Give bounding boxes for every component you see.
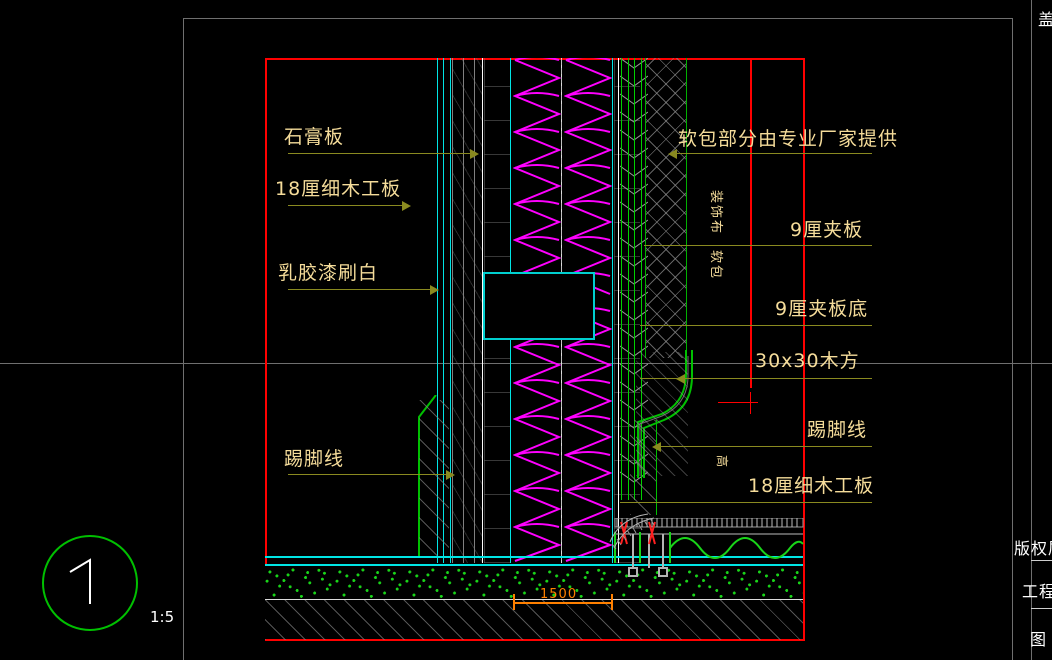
red-boundary-left bbox=[265, 58, 267, 580]
soft-pack-field bbox=[645, 58, 687, 358]
frame-mid-divider-right bbox=[1012, 363, 1052, 364]
dimension-value: 1500 bbox=[540, 587, 578, 602]
layer-gypsum-face-c bbox=[450, 58, 451, 563]
dimension-line bbox=[513, 602, 613, 604]
soft-pack-edge-right bbox=[686, 58, 687, 358]
leader-skirting-left bbox=[288, 474, 448, 475]
plywood-line-1 bbox=[621, 58, 622, 500]
layer-cavity-white-edge bbox=[618, 58, 619, 563]
label-blockboard-18: 18厘细木工板 bbox=[275, 178, 402, 200]
leader-gypsum-board bbox=[288, 153, 472, 154]
label-plywood-9-base: 9厘夹板底 bbox=[775, 298, 869, 320]
cad-canvas: 1500 石膏板 18厘细木工板 乳胶漆刷白 踢脚线 软包部分由专业厂家提供 9… bbox=[0, 0, 1052, 660]
title-block-row3-text: 图 bbox=[1030, 630, 1048, 649]
leader-arrow-timber bbox=[676, 374, 685, 384]
leader-arrow-skirting-left bbox=[446, 470, 455, 480]
layer-blockboard-diag bbox=[452, 58, 482, 563]
frame-left-border bbox=[183, 18, 184, 660]
label-blockboard-right: 18厘细木工板 bbox=[748, 475, 875, 497]
label-soft-pack-note: 软包部分由专业厂家提供 bbox=[678, 128, 899, 150]
label-skirting-left: 踢脚线 bbox=[284, 448, 345, 470]
leader-latex-paint bbox=[288, 289, 432, 290]
insulation-right-edge bbox=[612, 58, 613, 563]
title-block-row2-text: 工程 bbox=[1022, 582, 1052, 601]
title-block-top-text: 盖 bbox=[1038, 10, 1052, 29]
leader-arrow-latex bbox=[430, 285, 439, 295]
right-skirting-edge bbox=[656, 420, 657, 515]
label-timber-30x30: 30x30木方 bbox=[755, 350, 860, 372]
title-block-row1-text: 版权属 bbox=[1014, 539, 1052, 558]
vertical-label-soft-pack: 软包 bbox=[708, 250, 723, 281]
vertical-label-decorative-fabric: 装饰布 bbox=[708, 190, 723, 236]
frame-far-right-border bbox=[1031, 0, 1032, 660]
soft-pack-edge-left bbox=[645, 58, 646, 358]
leader-timber-30x30 bbox=[640, 378, 872, 379]
red-boundary-inner-upper bbox=[750, 58, 752, 388]
frame-top-border bbox=[183, 18, 1013, 19]
label-latex-paint: 乳胶漆刷白 bbox=[278, 262, 379, 284]
leader-arrow-blockboard bbox=[402, 201, 411, 211]
title-block-divider-2 bbox=[1031, 608, 1052, 609]
leader-arrow-gypsum bbox=[470, 149, 479, 159]
label-plywood-9: 9厘夹板 bbox=[790, 219, 864, 241]
red-center-tick bbox=[718, 402, 758, 403]
plywood-line-2 bbox=[628, 58, 629, 500]
left-skirting-hatch bbox=[419, 400, 449, 558]
right-skirting-block bbox=[630, 420, 656, 515]
title-block-divider-1 bbox=[1031, 560, 1052, 561]
leader-plywood-9 bbox=[644, 245, 872, 246]
vertical-label-height: 高 bbox=[715, 455, 729, 469]
label-gypsum-board: 石膏板 bbox=[284, 126, 345, 148]
wall-opening-box bbox=[483, 272, 595, 340]
leader-soft-pack-note bbox=[676, 153, 872, 154]
leader-plywood-9-base bbox=[640, 325, 872, 326]
leader-arrow-skirting-right bbox=[652, 442, 661, 452]
detail-tag-number-glyph bbox=[69, 558, 91, 604]
red-center-tick-v bbox=[750, 392, 751, 414]
floor-slab-hatch bbox=[265, 600, 803, 640]
frame-right-border bbox=[1012, 18, 1013, 660]
leader-blockboard-right bbox=[620, 502, 872, 503]
label-skirting-right: 踢脚线 bbox=[807, 419, 868, 441]
leader-skirting-right bbox=[660, 446, 872, 447]
leader-arrow-soft-pack bbox=[668, 149, 677, 159]
scale-label: 1:5 bbox=[150, 608, 175, 626]
dimension-ext-right bbox=[611, 594, 613, 610]
dimension-ext-left bbox=[513, 594, 515, 610]
leader-blockboard-18 bbox=[288, 205, 404, 206]
base-mesh-detail bbox=[609, 513, 655, 550]
